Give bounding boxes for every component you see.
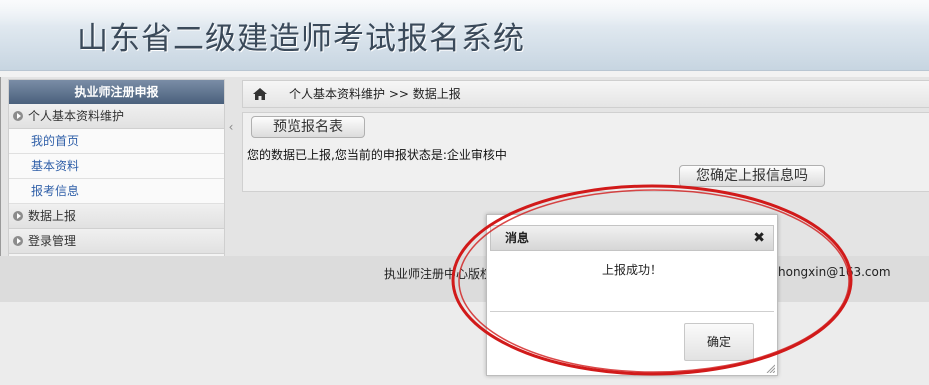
- sidebar-group-profile[interactable]: 个人基本资料维护: [9, 104, 224, 129]
- sidebar-group-label: 登录管理: [28, 234, 77, 248]
- breadcrumb-text: 个人基本资料维护 >> 数据上报: [289, 87, 461, 101]
- footer: 执业师注册中心版权 hongxin@163.com: [0, 256, 929, 302]
- ok-button[interactable]: 确定: [684, 323, 754, 361]
- footer-email: hongxin@163.com: [778, 265, 891, 279]
- header-banner: 山东省二级建造师考试报名系统: [0, 0, 929, 71]
- close-icon[interactable]: ✖: [753, 226, 765, 250]
- sidebar-item-home[interactable]: 我的首页: [9, 129, 224, 154]
- footer-copyright: 执业师注册中心版权: [384, 267, 493, 281]
- home-icon[interactable]: [243, 81, 277, 107]
- chevron-right-icon: [13, 211, 23, 221]
- sidebar-title: 执业师注册申报: [9, 80, 224, 104]
- confirm-report-button[interactable]: 您确定上报信息吗: [679, 165, 825, 187]
- status-text: 您的数据已上报,您当前的申报状态是:企业审核中: [247, 148, 507, 162]
- sidebar-item-exam-info[interactable]: 报考信息: [9, 179, 224, 204]
- sidebar-group-label: 个人基本资料维护: [28, 109, 125, 123]
- content-panel: 预览报名表 您的数据已上报,您当前的申报状态是:企业审核中 您确定上报信息吗: [242, 112, 929, 192]
- dialog-divider: [490, 311, 774, 312]
- message-dialog: 消息 ✖ 上报成功！ 确定: [486, 214, 778, 376]
- sidebar-item-basic-info[interactable]: 基本资料: [9, 154, 224, 179]
- sidebar-group-login[interactable]: 登录管理: [9, 229, 224, 254]
- dialog-titlebar[interactable]: 消息 ✖: [490, 225, 774, 251]
- lower-area: [0, 302, 929, 385]
- dialog-message: 上报成功！: [601, 263, 662, 277]
- system-title: 山东省二级建造师考试报名系统: [77, 21, 525, 57]
- sidebar-group-label: 数据上报: [28, 209, 77, 223]
- header-stripe: [0, 71, 929, 77]
- collapse-sidebar-icon[interactable]: ‹: [226, 112, 236, 142]
- dialog-title: 消息: [505, 231, 530, 245]
- chevron-right-icon: [13, 111, 23, 121]
- sidebar-group-data-report[interactable]: 数据上报: [9, 204, 224, 229]
- resize-grip-icon[interactable]: [765, 363, 775, 373]
- sidebar: 执业师注册申报 个人基本资料维护 我的首页 基本资料 报考信息 数据上报 登录管…: [8, 79, 225, 259]
- breadcrumb: 个人基本资料维护 >> 数据上报: [242, 80, 929, 108]
- chevron-right-icon: [13, 236, 23, 246]
- preview-form-button[interactable]: 预览报名表: [251, 116, 365, 138]
